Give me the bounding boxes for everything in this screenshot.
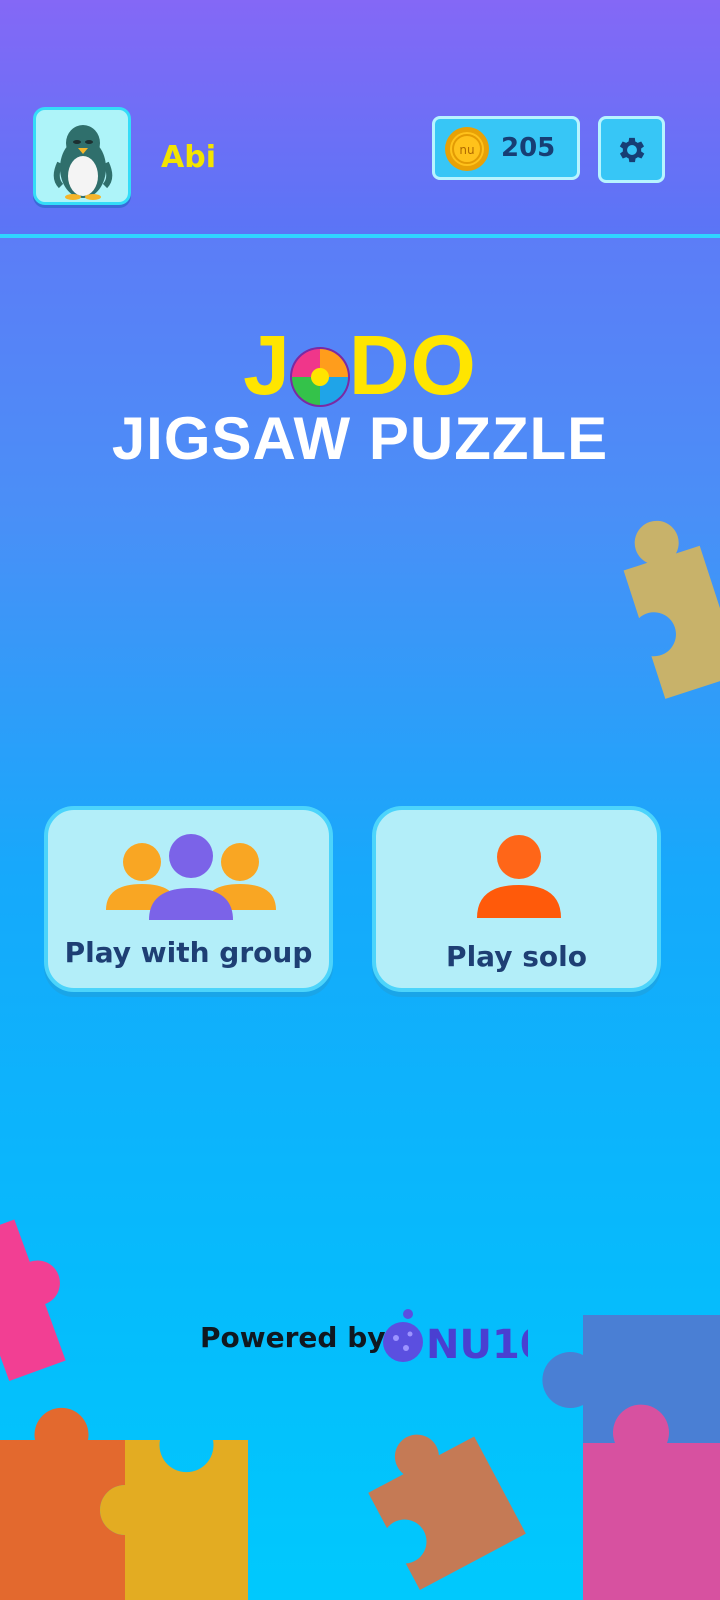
puzzle-ball-icon — [289, 334, 351, 407]
avatar[interactable] — [33, 107, 131, 205]
puzzle-piece-decoration-blue-pink — [542, 1315, 720, 1600]
play-solo-button[interactable]: Play solo — [372, 806, 661, 992]
play-solo-label: Play solo — [446, 940, 587, 973]
logo-letters-do: DO — [348, 318, 477, 412]
nu-coin-icon: nu — [445, 127, 489, 171]
coin-balance[interactable]: nu 205 — [432, 116, 580, 180]
nu10-logo: NU10 — [383, 1309, 528, 1368]
puzzle-piece-decoration-pink — [0, 1219, 66, 1381]
single-user-icon — [477, 835, 561, 918]
gear-icon — [619, 137, 645, 163]
username: Abi — [161, 140, 216, 175]
puzzle-piece-decoration-orange — [0, 1407, 248, 1600]
top-bar: Abi nu 205 — [0, 0, 720, 238]
logo-letter-j: J — [243, 318, 291, 412]
coin-text: nu — [459, 143, 474, 157]
brand-text: NU10 — [426, 1322, 528, 1368]
coin-count: 205 — [501, 133, 556, 163]
powered-by-text: Powered by — [200, 1321, 386, 1354]
app-logo: J DO — [0, 320, 720, 410]
puzzle-piece-decoration-right — [623, 520, 720, 699]
play-with-group-label: Play with group — [64, 936, 313, 969]
group-users-icon — [106, 834, 276, 920]
app-subtitle: JIGSAW PUZZLE — [111, 405, 609, 472]
puzzle-piece-decoration-brown — [368, 1434, 526, 1590]
settings-button[interactable] — [598, 116, 665, 183]
penguin-icon — [53, 125, 113, 200]
play-with-group-button[interactable]: Play with group — [44, 806, 333, 992]
